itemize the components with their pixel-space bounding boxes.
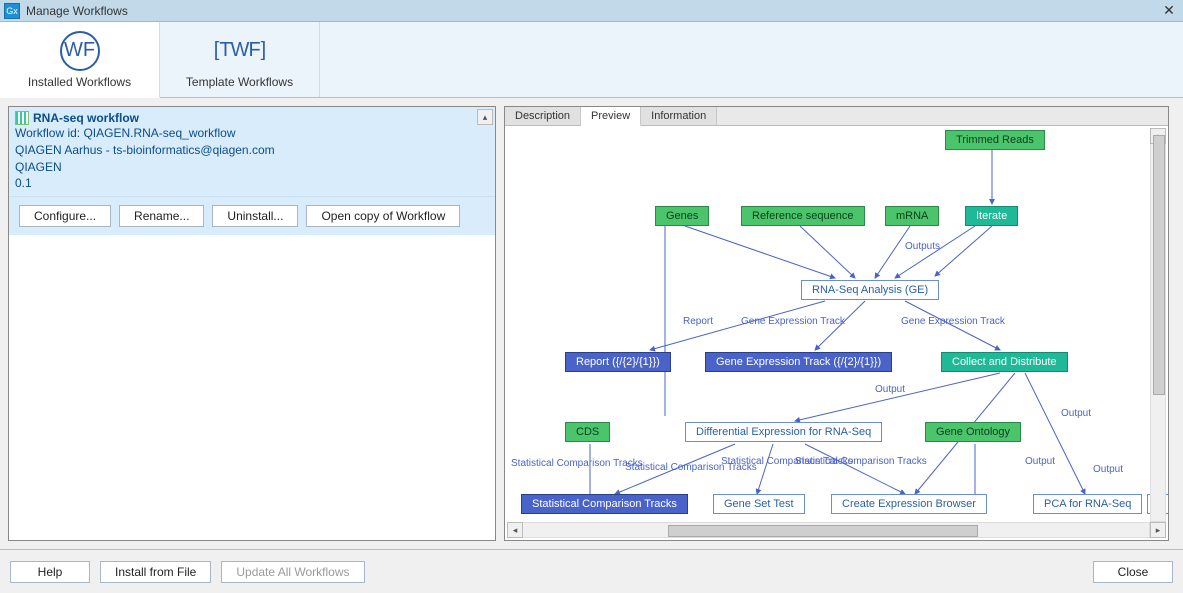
edge-ge-track: Gene Expression Track — [741, 316, 845, 327]
workflow-title: RNA-seq workflow — [33, 111, 139, 125]
node-trimmed-reads: Trimmed Reads — [945, 130, 1045, 150]
tab-preview[interactable]: Preview — [581, 107, 641, 126]
scroll-left-icon[interactable]: ◂ — [507, 522, 523, 538]
workflow-list-panel: RNA-seq workflow Workflow id: QIAGEN.RNA… — [8, 106, 496, 541]
scroll-up-icon[interactable]: ▴ — [477, 109, 493, 125]
edge-outputs: Outputs — [905, 241, 940, 252]
mode-tabs: WF Installed Workflows TWF Template Work… — [0, 22, 1183, 98]
title-bar: Gx Manage Workflows ✕ — [0, 0, 1183, 22]
node-create-expr-browser: Create Expression Browser — [831, 494, 987, 514]
node-ge-track: Gene Expression Track ({/{2}/{1}}) — [705, 352, 892, 372]
wf-icon: WF — [60, 31, 100, 71]
edge-ge-track2: Gene Expression Track — [901, 316, 1005, 327]
node-rnaseq-analysis: RNA-Seq Analysis (GE) — [801, 280, 939, 300]
node-report: Report ({/{2}/{1}}) — [565, 352, 671, 372]
tab-template-workflows[interactable]: TWF Template Workflows — [160, 22, 320, 97]
tab-installed-workflows[interactable]: WF Installed Workflows — [0, 22, 160, 98]
edge-stat4: Statistical Comparison Tracks — [795, 456, 927, 467]
edge-report: Report — [683, 316, 713, 327]
node-go: Gene Ontology — [925, 422, 1021, 442]
close-icon[interactable]: ✕ — [1159, 2, 1179, 20]
help-button[interactable]: Help — [10, 561, 90, 583]
node-iterate: Iterate — [965, 206, 1018, 226]
app-icon: Gx — [4, 3, 20, 19]
edge-output3: Output — [1025, 456, 1055, 467]
workflow-author: QIAGEN Aarhus - ts-bioinformatics@qiagen… — [15, 142, 489, 159]
h-scrollbar[interactable] — [507, 522, 1150, 538]
node-genes: Genes — [655, 206, 709, 226]
main-area: RNA-seq workflow Workflow id: QIAGEN.RNA… — [0, 98, 1183, 549]
uninstall-button[interactable]: Uninstall... — [212, 205, 298, 227]
workflow-entry[interactable]: RNA-seq workflow Workflow id: QIAGEN.RNA… — [9, 107, 495, 197]
tab-label: Installed Workflows — [28, 75, 131, 89]
rename-button[interactable]: Rename... — [119, 205, 204, 227]
open-copy-button[interactable]: Open copy of Workflow — [306, 205, 460, 227]
v-scroll-thumb[interactable] — [1153, 135, 1165, 395]
update-all-button[interactable]: Update All Workflows — [221, 561, 364, 583]
node-mrna: mRNA — [885, 206, 939, 226]
install-button[interactable]: Install from File — [100, 561, 211, 583]
edge-output2: Output — [1061, 408, 1091, 419]
node-collect: Collect and Distribute — [941, 352, 1068, 372]
edge-output: Output — [875, 384, 905, 395]
configure-button[interactable]: Configure... — [19, 205, 111, 227]
window-title: Manage Workflows — [26, 4, 1159, 18]
tab-label: Template Workflows — [186, 75, 293, 89]
tab-information[interactable]: Information — [641, 107, 717, 125]
node-gene-set-test: Gene Set Test — [713, 494, 805, 514]
bottom-bar: Help Install from File Update All Workfl… — [0, 549, 1183, 593]
close-button[interactable]: Close — [1093, 561, 1173, 583]
workflow-icon — [15, 111, 29, 125]
workflow-version: 0.1 — [15, 175, 489, 192]
edge-stat1: Statistical Comparison Tracks — [511, 458, 643, 469]
workflow-id: Workflow id: QIAGEN.RNA-seq_workflow — [15, 125, 489, 142]
workflow-vendor: QIAGEN — [15, 159, 489, 176]
twf-icon: TWF — [220, 31, 260, 71]
preview-panel: Description Preview Information — [504, 106, 1169, 541]
h-scroll-thumb[interactable] — [668, 525, 978, 537]
node-refseq: Reference sequence — [741, 206, 865, 226]
workflow-actions: Configure... Rename... Uninstall... Open… — [9, 197, 495, 235]
workflow-diagram: Trimmed Reads Genes Reference sequence m… — [505, 126, 1168, 540]
preview-area[interactable]: Trimmed Reads Genes Reference sequence m… — [505, 126, 1168, 540]
node-pca: PCA for RNA-Seq — [1033, 494, 1142, 514]
v-scrollbar[interactable]: ▴ — [1150, 128, 1166, 522]
node-stat-tracks: Statistical Comparison Tracks — [521, 494, 688, 514]
tab-description[interactable]: Description — [505, 107, 581, 125]
scroll-right-icon[interactable]: ▸ — [1150, 522, 1166, 538]
node-diffexp: Differential Expression for RNA-Seq — [685, 422, 882, 442]
info-tabs: Description Preview Information — [505, 107, 1168, 126]
edge-output4: Output — [1093, 464, 1123, 475]
node-cds: CDS — [565, 422, 610, 442]
